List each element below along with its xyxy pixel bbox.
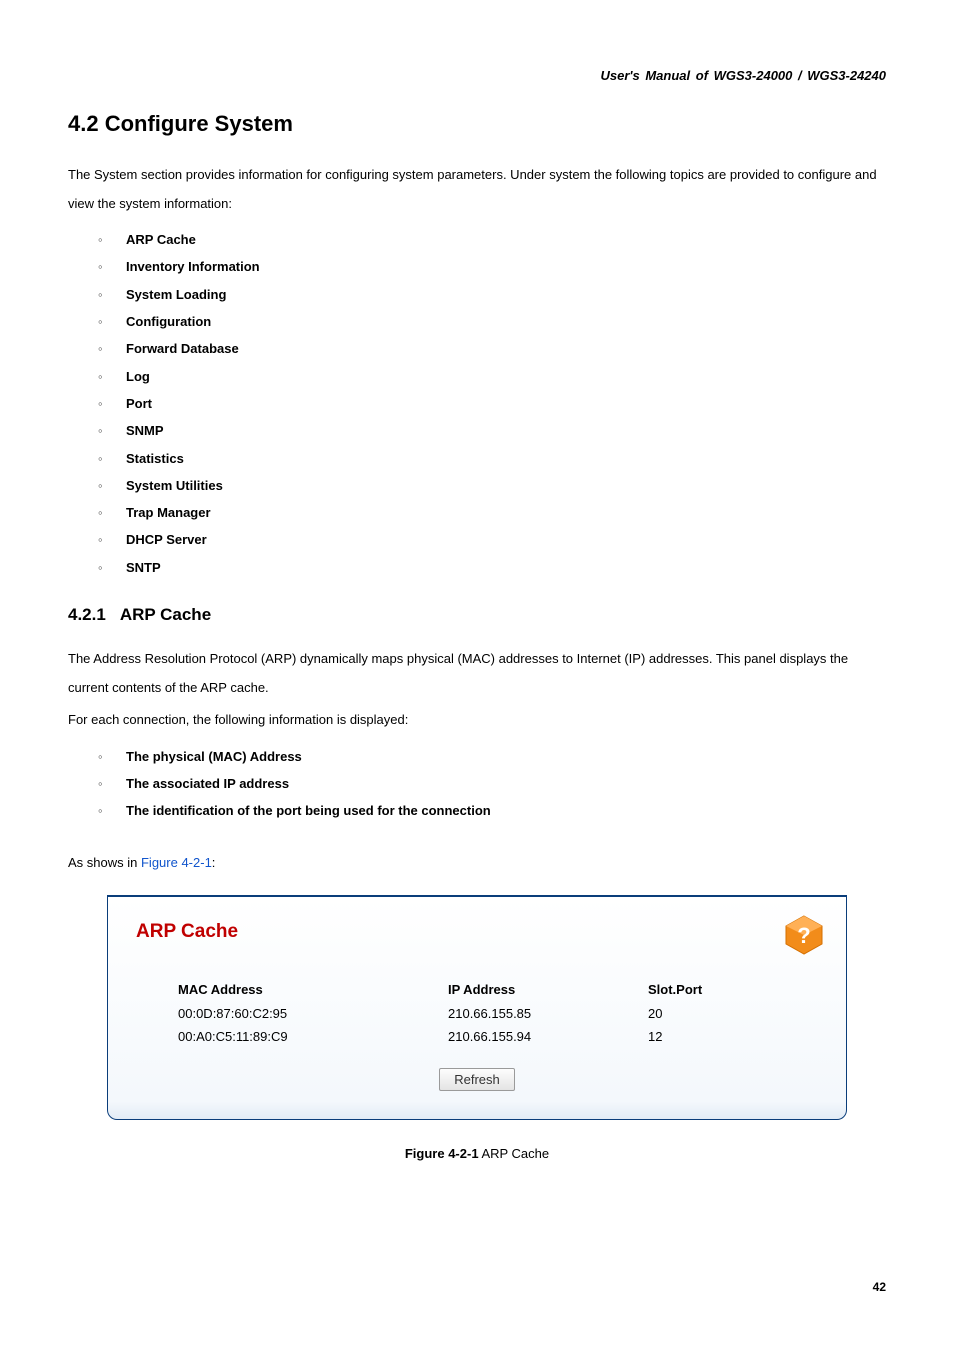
subsection-title: ARP Cache — [120, 605, 211, 624]
page-number: 42 — [873, 1280, 886, 1294]
figure-caption: Figure 4-2-1 ARP Cache — [68, 1146, 886, 1161]
as-shows-line: As shows in Figure 4-2-1: — [68, 849, 886, 878]
table-row: 00:0D:87:60:C2:95 210.66.155.85 20 — [178, 1003, 818, 1025]
figure-caption-number: Figure 4-2-1 — [405, 1146, 479, 1161]
refresh-button[interactable]: Refresh — [439, 1068, 515, 1091]
svg-text:?: ? — [797, 923, 810, 948]
col-header-mac: MAC Address — [178, 979, 448, 1001]
cell-slot: 12 — [648, 1026, 768, 1048]
arp-table: MAC Address IP Address Slot.Port 00:0D:8… — [136, 979, 818, 1047]
cell-ip: 210.66.155.85 — [448, 1003, 648, 1025]
col-header-ip: IP Address — [448, 979, 648, 1001]
arp-field-list: The physical (MAC) Address The associate… — [68, 743, 886, 825]
list-item: The associated IP address — [126, 770, 886, 797]
list-item: Inventory Information — [126, 253, 886, 280]
list-item: Trap Manager — [126, 499, 886, 526]
list-item: SNMP — [126, 417, 886, 444]
as-shows-prefix: As shows in — [68, 855, 141, 870]
arp-intro-paragraph: The Address Resolution Protocol (ARP) dy… — [68, 645, 886, 702]
cell-ip: 210.66.155.94 — [448, 1026, 648, 1048]
figure-link[interactable]: Figure 4-2-1 — [141, 855, 212, 870]
list-item: DHCP Server — [126, 526, 886, 553]
list-item: System Utilities — [126, 472, 886, 499]
as-shows-suffix: : — [212, 855, 216, 870]
arp-cache-panel: ? ARP Cache MAC Address IP Address Slot.… — [107, 895, 847, 1119]
topic-list: ARP Cache Inventory Information System L… — [68, 226, 886, 581]
cell-mac: 00:0D:87:60:C2:95 — [178, 1003, 448, 1025]
intro-paragraph: The System section provides information … — [68, 161, 886, 218]
arp-each-paragraph: For each connection, the following infor… — [68, 706, 886, 735]
panel-title: ARP Cache — [136, 921, 818, 943]
figure-caption-text: ARP Cache — [479, 1146, 550, 1161]
section-heading: 4.2 Configure System — [68, 111, 886, 137]
table-header-row: MAC Address IP Address Slot.Port — [178, 979, 818, 1001]
list-item: Log — [126, 363, 886, 390]
list-item: Forward Database — [126, 335, 886, 362]
list-item: Port — [126, 390, 886, 417]
list-item: ARP Cache — [126, 226, 886, 253]
cell-mac: 00:A0:C5:11:89:C9 — [178, 1026, 448, 1048]
subsection-heading: 4.2.1 ARP Cache — [68, 605, 886, 625]
help-icon[interactable]: ? — [784, 915, 824, 955]
subsection-number: 4.2.1 — [68, 605, 106, 624]
page-header: User's Manual of WGS3-24000 / WGS3-24240 — [68, 68, 886, 83]
col-header-slot: Slot.Port — [648, 979, 768, 1001]
list-item: The identification of the port being use… — [126, 797, 886, 824]
list-item: SNTP — [126, 554, 886, 581]
list-item: Configuration — [126, 308, 886, 335]
table-row: 00:A0:C5:11:89:C9 210.66.155.94 12 — [178, 1026, 818, 1048]
list-item: The physical (MAC) Address — [126, 743, 886, 770]
list-item: System Loading — [126, 281, 886, 308]
list-item: Statistics — [126, 445, 886, 472]
cell-slot: 20 — [648, 1003, 768, 1025]
